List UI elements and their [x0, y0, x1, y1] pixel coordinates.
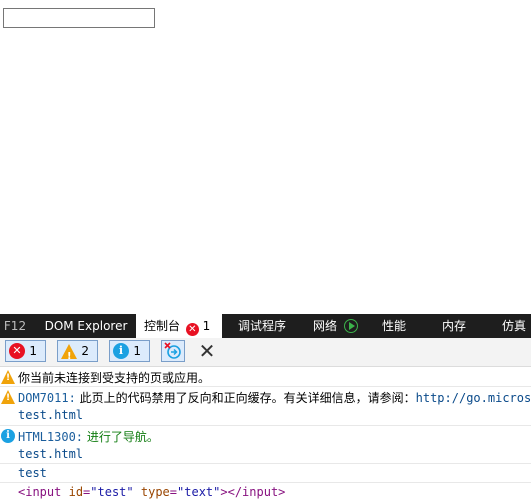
info-icon: i — [1, 429, 15, 443]
close-icon: ✕ — [198, 339, 216, 363]
console-messages: ! 你当前未连接到受支持的页或应用。 ! DOM7011: 此页上的代码禁用了反… — [0, 367, 531, 503]
tab-network[interactable]: 网络 — [313, 314, 363, 338]
warnings-count: 2 — [81, 344, 89, 358]
warning-icon: ! — [1, 390, 15, 404]
message-link[interactable]: http://go.microsoft.com/fwlink/?LinkID=2… — [416, 391, 531, 405]
clear-on-navigate-icon — [164, 342, 181, 359]
attr-value: "test" — [90, 485, 134, 499]
tab-network-label: 网络 — [313, 319, 338, 333]
tab-console[interactable]: 控制台 ✕ 1 — [136, 314, 222, 338]
message-text: test — [18, 466, 47, 480]
console-message: ! DOM7011: 此页上的代码禁用了反向和正向缓存。有关详细信息，请参阅：h… — [0, 387, 531, 426]
message-code: HTML1300: — [18, 430, 84, 444]
console-message: i HTML1300: 进行了导航。 test.html — [0, 426, 531, 464]
record-play-icon — [343, 319, 358, 333]
test-text-input[interactable] — [3, 8, 155, 28]
tab-console-label: 控制台 — [144, 319, 181, 333]
dom-element-output[interactable]: <input id="test" type="text"></input> — [18, 485, 285, 499]
message-text: 你当前未连接到受支持的页或应用。 — [18, 371, 211, 385]
console-message: <input id="test" type="text"></input> — [0, 483, 531, 503]
attr-name: id — [68, 485, 84, 499]
attr-value: "text" — [177, 485, 221, 499]
console-error-count: 1 — [202, 319, 211, 333]
tab-performance[interactable]: 性能 — [382, 314, 422, 338]
warning-icon: ! — [1, 370, 15, 384]
message-text: DOM7011: 此页上的代码禁用了反向和正向缓存。有关详细信息，请参阅：htt… — [18, 389, 531, 406]
filter-warnings-button[interactable]: ! 2 — [57, 340, 98, 362]
f12-developer-tools: F12 DOM Explorer 控制台 ✕ 1 调试程序 网络 性能 内存 仿… — [0, 314, 531, 503]
tab-debugger[interactable]: 调试程序 — [238, 314, 298, 338]
message-body: 此页上的代码禁用了反向和正向缓存。有关详细信息，请参阅： — [75, 391, 416, 405]
attr-name: type — [140, 485, 170, 499]
source-link[interactable]: test.html — [18, 408, 83, 422]
info-count: 1 — [133, 344, 141, 358]
f12-label: F12 — [3, 319, 27, 333]
tab-emulation[interactable]: 仿真 — [502, 314, 531, 338]
clear-on-navigate-button[interactable] — [161, 340, 185, 362]
filter-errors-button[interactable]: ✕ 1 — [5, 340, 46, 362]
console-toolbar: ✕ 1 ! 2 i 1 ✕ — [0, 338, 531, 367]
console-message: test — [0, 464, 531, 483]
message-code: DOM7011: — [18, 391, 76, 405]
source-link[interactable]: test.html — [18, 447, 83, 461]
message-text: HTML1300: 进行了导航。 — [18, 428, 159, 445]
filter-info-button[interactable]: i 1 — [109, 340, 150, 362]
info-icon: i — [113, 343, 129, 359]
devtools-tab-bar: F12 DOM Explorer 控制台 ✕ 1 调试程序 网络 性能 内存 仿… — [0, 314, 531, 338]
tab-dom-explorer[interactable]: DOM Explorer — [38, 314, 134, 338]
console-message: ! 你当前未连接到受支持的页或应用。 — [0, 367, 531, 387]
error-icon: ✕ — [9, 343, 25, 359]
tag-close: ></input> — [220, 485, 286, 499]
warning-icon: ! — [61, 344, 77, 362]
tab-memory[interactable]: 内存 — [442, 314, 482, 338]
message-body: 进行了导航。 — [83, 430, 159, 444]
error-icon: ✕ — [185, 323, 199, 336]
clear-console-button[interactable]: ✕ — [196, 341, 218, 363]
errors-count: 1 — [29, 344, 37, 358]
tag-open: <input — [18, 485, 62, 499]
